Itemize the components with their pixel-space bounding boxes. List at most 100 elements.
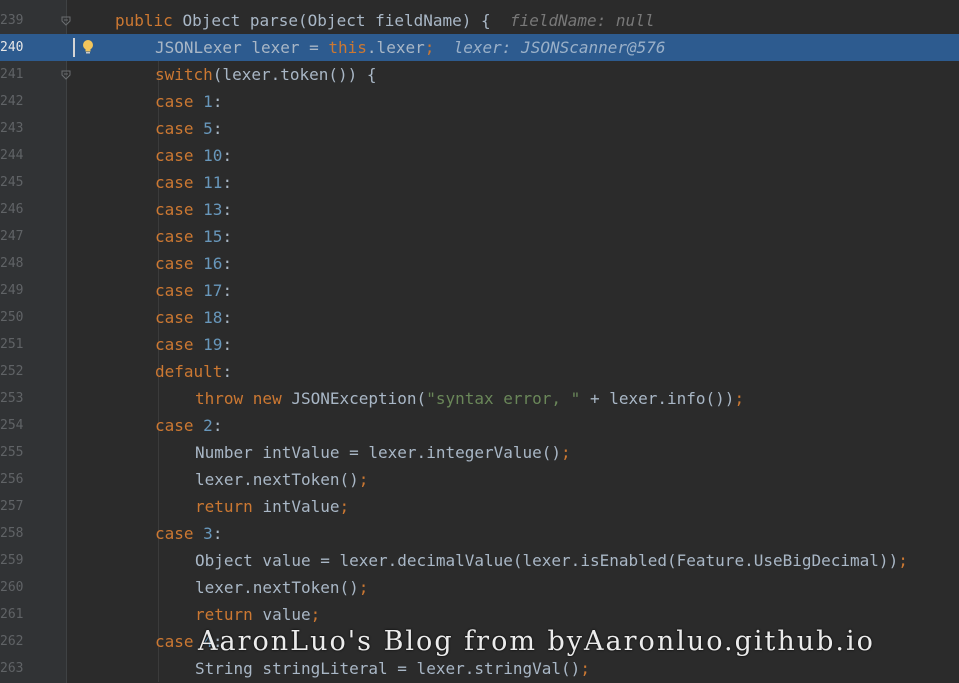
code-text[interactable]: case 18: — [155, 304, 232, 331]
line-number[interactable]: 247 — [0, 223, 23, 250]
code-line[interactable]: 254 case 2: — [0, 412, 959, 439]
code-text[interactable]: default: — [155, 358, 232, 385]
code-text[interactable]: return intValue; — [195, 493, 349, 520]
code-token: ; — [339, 497, 350, 516]
code-line[interactable]: 263 String stringLiteral = lexer.stringVa… — [0, 655, 959, 682]
line-number[interactable]: 250 — [0, 304, 23, 331]
code-line[interactable]: 250 case 18: — [0, 304, 959, 331]
fold-marker-icon[interactable] — [61, 70, 71, 80]
code-token: value — [262, 605, 311, 624]
code-text[interactable]: case 13: — [155, 196, 232, 223]
code-token: case — [155, 632, 204, 651]
code-line[interactable]: 251 case 19: — [0, 331, 959, 358]
line-number[interactable]: 243 — [0, 115, 23, 142]
line-number[interactable]: 257 — [0, 493, 23, 520]
code-token: default — [155, 362, 223, 381]
code-text[interactable]: public Object parse(Object fieldName) { … — [115, 7, 654, 34]
code-token: ; — [310, 605, 321, 624]
code-text[interactable]: case 5: — [155, 115, 222, 142]
line-number[interactable]: 254 — [0, 412, 23, 439]
lightbulb-icon[interactable] — [81, 37, 95, 55]
code-token: case — [155, 146, 204, 165]
line-number[interactable]: 256 — [0, 466, 23, 493]
code-token: : — [212, 92, 223, 111]
line-number[interactable]: 261 — [0, 601, 23, 628]
code-token: 1 — [203, 92, 213, 111]
code-token: ; — [358, 578, 369, 597]
code-text[interactable]: Object value = lexer.decimalValue(lexer.… — [195, 547, 908, 574]
code-text[interactable]: case 3: — [155, 520, 222, 547]
code-text[interactable]: lexer.nextToken(); — [195, 574, 368, 601]
code-token: "syntax error, " — [426, 389, 581, 408]
code-text[interactable]: case 2: — [155, 412, 222, 439]
code-token: switch — [155, 65, 213, 84]
line-number[interactable]: 240 — [0, 34, 23, 61]
code-text[interactable]: String stringLiteral = lexer.stringVal()… — [195, 655, 590, 682]
code-token: : — [222, 254, 233, 273]
code-line[interactable]: 260 lexer.nextToken(); — [0, 574, 959, 601]
code-line[interactable]: 248 case 16: — [0, 250, 959, 277]
code-line[interactable]: 245 case 11: — [0, 169, 959, 196]
code-line[interactable]: 240 JSONLexer lexer = this.lexer; lexer: … — [0, 34, 959, 61]
line-number[interactable]: 262 — [0, 628, 23, 655]
caret-marker — [73, 38, 75, 57]
code-text[interactable]: Number intValue = lexer.integerValue(); — [195, 439, 571, 466]
code-line[interactable]: 253 throw new JSONException("syntax error… — [0, 385, 959, 412]
code-text[interactable]: switch(lexer.token()) { — [155, 61, 377, 88]
line-number[interactable]: 252 — [0, 358, 23, 385]
line-number[interactable]: 246 — [0, 196, 23, 223]
line-number[interactable]: 253 — [0, 385, 23, 412]
code-line[interactable]: 256 lexer.nextToken(); — [0, 466, 959, 493]
line-number[interactable]: 251 — [0, 331, 23, 358]
code-text[interactable]: case 15: — [155, 223, 232, 250]
code-line[interactable]: 239 public Object parse(Object fieldName)… — [0, 7, 959, 34]
line-number[interactable]: 244 — [0, 142, 23, 169]
code-line[interactable]: 242 case 1: — [0, 88, 959, 115]
code-line[interactable]: 241 switch(lexer.token()) { — [0, 61, 959, 88]
code-token: case — [155, 524, 204, 543]
code-line[interactable]: 257 return intValue; — [0, 493, 959, 520]
code-line[interactable]: 261 return value; — [0, 601, 959, 628]
line-number[interactable]: 239 — [0, 7, 23, 34]
code-text[interactable]: JSONLexer lexer = this.lexer; lexer: JSO… — [155, 34, 666, 61]
line-number[interactable]: 259 — [0, 547, 23, 574]
code-line[interactable]: 252 default: — [0, 358, 959, 385]
code-token: JSONException( — [291, 389, 427, 408]
line-number[interactable]: 260 — [0, 574, 23, 601]
fold-marker-icon[interactable] — [61, 16, 71, 26]
code-editor[interactable]: 239 public Object parse(Object fieldName)… — [0, 0, 959, 683]
line-number[interactable]: 241 — [0, 61, 23, 88]
code-token: : — [222, 200, 233, 219]
line-number[interactable]: 245 — [0, 169, 23, 196]
line-number[interactable]: 263 — [0, 655, 23, 682]
code-line[interactable]: 246 case 13: — [0, 196, 959, 223]
code-token: 15 — [203, 227, 223, 246]
code-token: case — [155, 254, 204, 273]
code-line[interactable]: 247 case 15: — [0, 223, 959, 250]
code-text[interactable]: case 17: — [155, 277, 232, 304]
code-text[interactable]: case 19: — [155, 331, 232, 358]
code-line[interactable]: 259 Object value = lexer.decimalValue(lex… — [0, 547, 959, 574]
code-line[interactable]: 249 case 17: — [0, 277, 959, 304]
code-line[interactable]: 244 case 10: — [0, 142, 959, 169]
code-line[interactable]: 255 Number intValue = lexer.integerValue(… — [0, 439, 959, 466]
code-text[interactable]: case 11: — [155, 169, 232, 196]
code-text[interactable]: case 16: — [155, 250, 232, 277]
code-text[interactable]: case 10: — [155, 142, 232, 169]
code-line[interactable]: 258 case 3: — [0, 520, 959, 547]
code-text[interactable]: lexer.nextToken(); — [195, 466, 368, 493]
line-number[interactable]: 248 — [0, 250, 23, 277]
code-text[interactable]: case 1: — [155, 88, 222, 115]
code-token: throw new — [195, 389, 292, 408]
code-token: case — [155, 173, 204, 192]
line-number[interactable]: 258 — [0, 520, 23, 547]
line-number[interactable]: 249 — [0, 277, 23, 304]
code-text[interactable]: return value; — [195, 601, 320, 628]
line-number[interactable]: 255 — [0, 439, 23, 466]
line-number[interactable]: 242 — [0, 88, 23, 115]
code-token: + lexer.info()) — [580, 389, 735, 408]
code-token: ; — [580, 659, 590, 678]
code-line[interactable]: 243 case 5: — [0, 115, 959, 142]
code-token: .lexer — [366, 38, 425, 57]
code-text[interactable]: throw new JSONException("syntax error, "… — [195, 385, 744, 412]
